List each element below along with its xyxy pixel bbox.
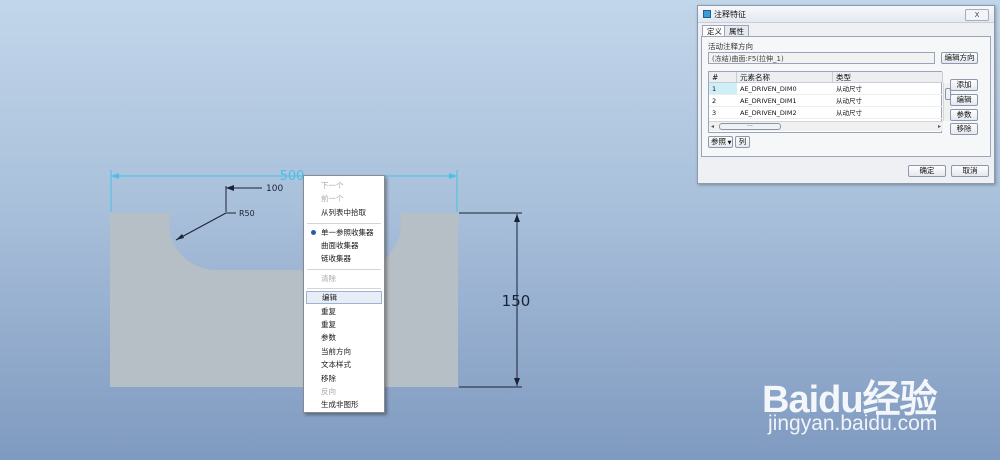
edit-button[interactable]: 编辑 xyxy=(950,94,978,106)
table-cell-type[interactable]: 从动尺寸 xyxy=(833,95,943,107)
menu-separator xyxy=(307,288,381,289)
annotation-feature-dialog: 注释特征 X 定义 属性 活动注释方向 (冻结)曲面:F5(拉伸_1) 编辑方向… xyxy=(697,5,995,184)
table-cell-index[interactable]: 2 xyxy=(709,95,737,107)
reference-label: 参照 xyxy=(711,137,726,146)
menu-item-repeat-2[interactable]: 重复 xyxy=(306,318,382,331)
menu-item-reverse[interactable]: 反向 xyxy=(306,385,382,398)
dialog-titlebar[interactable]: 注释特征 X xyxy=(698,6,994,23)
dim-radius-arrow xyxy=(176,234,184,240)
dim-height-arrow-top xyxy=(514,214,520,222)
close-button[interactable]: X xyxy=(965,9,989,21)
dim-height-arrow-bottom xyxy=(514,378,520,386)
menu-item-edit[interactable]: 编辑 xyxy=(306,291,382,304)
direction-group-label: 活动注释方向 xyxy=(708,42,753,51)
chevron-down-icon: ▼ xyxy=(726,140,732,146)
reference-dropdown[interactable]: 参照 ▼ xyxy=(708,136,733,148)
menu-item-make-non-graphical[interactable]: 生成非图形 xyxy=(306,398,382,411)
menu-item-label: 单一参照收集器 xyxy=(321,228,374,237)
scroll-right-icon[interactable]: ▸ xyxy=(938,123,941,130)
menu-separator xyxy=(307,223,381,224)
part-profile[interactable] xyxy=(110,213,458,387)
table-cell-name[interactable]: AE_DRIVEN_DIM1 xyxy=(737,95,833,107)
dialog-title: 注释特征 xyxy=(714,10,746,19)
dim-height-text[interactable]: 150 xyxy=(502,292,531,310)
menu-item-pick-from-list[interactable]: 从列表中拾取 xyxy=(306,206,382,219)
dim-radius-text[interactable]: R50 xyxy=(239,209,255,218)
scroll-left-icon[interactable]: ◂ xyxy=(711,123,714,130)
menu-item-single-ref-collector[interactable]: 单一参照收集器 xyxy=(306,226,382,239)
menu-item-chain-collector[interactable]: 链收集器 xyxy=(306,252,382,265)
dim-depth-arrow xyxy=(226,185,234,191)
dim-width-text[interactable]: 500 xyxy=(280,169,305,184)
table-cell-index[interactable]: 3 xyxy=(709,107,737,119)
dim-width-arrow-left xyxy=(111,173,119,179)
menu-item-current-direction[interactable]: 当前方向 xyxy=(306,345,382,358)
parameters-button[interactable]: 参数 xyxy=(950,109,978,121)
menu-item-parameters[interactable]: 参数 xyxy=(306,331,382,344)
elements-table[interactable]: # 元素名称 类型 1 AE_DRIVEN_DIM0 从动尺寸 2 AE_DRI… xyxy=(708,71,952,133)
menu-item-repeat-1[interactable]: 重复 xyxy=(306,305,382,318)
menu-item-previous[interactable]: 前一个 xyxy=(306,192,382,205)
menu-item-remove[interactable]: 移除 xyxy=(306,372,382,385)
table-cell-index[interactable]: 1 xyxy=(709,83,737,95)
ok-button[interactable]: 确定 xyxy=(908,165,946,177)
table-cell-name[interactable]: AE_DRIVEN_DIM2 xyxy=(737,107,833,119)
context-menu: 下一个 前一个 从列表中拾取 单一参照收集器 曲面收集器 链收集器 清除 编辑 … xyxy=(303,175,385,413)
table-cell-type[interactable]: 从动尺寸 xyxy=(833,83,943,95)
cancel-button[interactable]: 取消 xyxy=(951,165,989,177)
radio-selected-icon xyxy=(311,230,316,235)
dim-radius-leader xyxy=(175,212,227,241)
table-cell-name[interactable]: AE_DRIVEN_DIM0 xyxy=(737,83,833,95)
scroll-thumb[interactable]: --- xyxy=(719,123,781,130)
annotation-icon xyxy=(703,10,711,18)
dim-width-arrow-right xyxy=(449,173,457,179)
col-header-type[interactable]: 类型 xyxy=(833,72,943,83)
menu-item-clear[interactable]: 清除 xyxy=(306,272,382,285)
table-cell-type[interactable]: 从动尺寸 xyxy=(833,107,943,119)
remove-button[interactable]: 移除 xyxy=(950,123,978,135)
table-horizontal-scrollbar[interactable]: ◂ --- ▸ xyxy=(709,121,943,131)
edit-direction-button[interactable]: 编辑方向 xyxy=(941,52,978,64)
column-button[interactable]: 列 xyxy=(735,136,750,148)
col-header-index[interactable]: # xyxy=(709,72,737,83)
dim-depth-text[interactable]: 100 xyxy=(266,184,283,194)
direction-field[interactable]: (冻结)曲面:F5(拉伸_1) xyxy=(708,52,935,64)
menu-separator xyxy=(307,269,381,270)
menu-item-surface-collector[interactable]: 曲面收集器 xyxy=(306,239,382,252)
add-button[interactable]: 添加 xyxy=(950,79,978,91)
menu-item-text-style[interactable]: 文本样式 xyxy=(306,358,382,371)
col-header-element-name[interactable]: 元素名称 xyxy=(737,72,833,83)
menu-item-next[interactable]: 下一个 xyxy=(306,179,382,192)
baidu-watermark-url: jingyan.baidu.com xyxy=(768,412,938,435)
